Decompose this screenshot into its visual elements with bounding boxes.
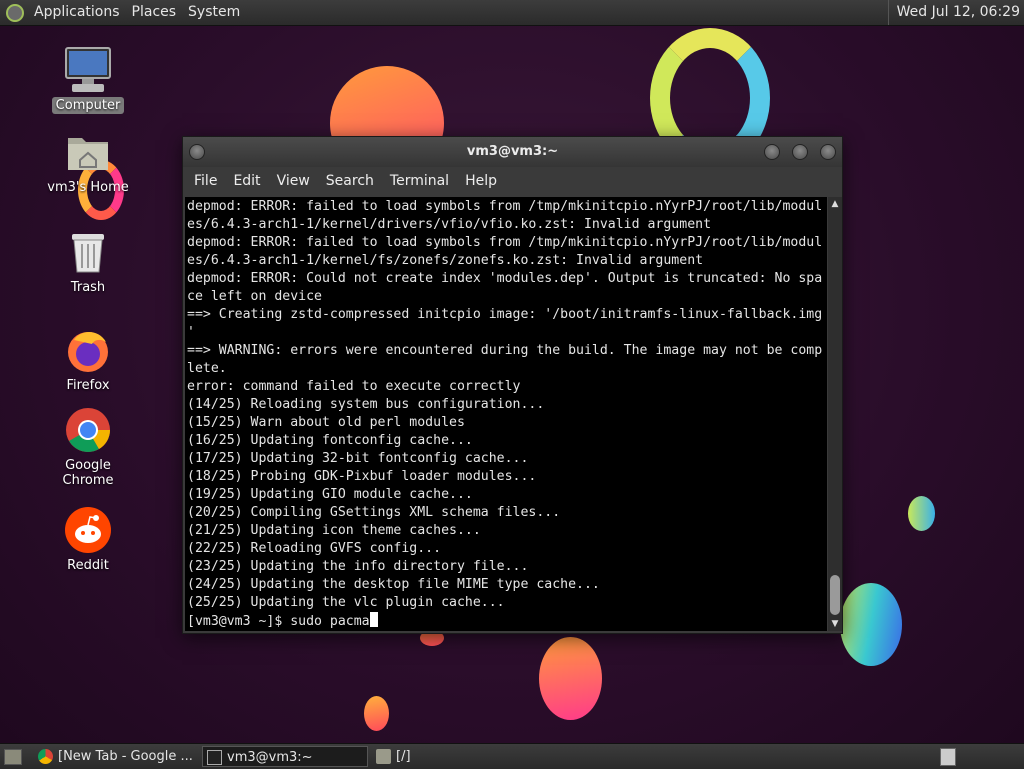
wallpaper-pink-ball [539, 637, 602, 720]
desktop-icon-home[interactable]: vm3's Home [38, 128, 138, 196]
wallpaper-small-ball [364, 696, 389, 731]
command-prompt: [vm3@vm3 ~]$ sudo pacma [187, 614, 370, 629]
bottom-panel: [New Tab - Google ... vm3@vm3:~ [/] [0, 743, 1024, 769]
desktop-icon-label: Trash [70, 280, 106, 295]
desktop-icon-firefox[interactable]: Firefox [38, 326, 138, 394]
scrollbar[interactable]: ▲ ▼ [828, 197, 842, 631]
title-bar[interactable]: vm3@vm3:~ [183, 137, 842, 167]
terminal-line: lete. [187, 361, 227, 376]
scroll-down-arrow-icon[interactable]: ▼ [828, 617, 842, 631]
terminal-line: depmod: ERROR: failed to load symbols fr… [187, 199, 823, 214]
terminal-line: error: command failed to execute correct… [187, 379, 521, 394]
terminal-line: (21/25) Updating icon theme caches... [187, 523, 481, 538]
menu-help[interactable]: Help [457, 167, 505, 196]
desktop-icon-label: Reddit [67, 558, 109, 573]
firefox-icon [64, 326, 112, 374]
terminal-line: (23/25) Updating the info directory file… [187, 559, 529, 574]
desktop-icon-reddit[interactable]: Reddit [38, 506, 138, 574]
chrome-icon [38, 749, 53, 764]
terminal-line: ==> WARNING: errors were encountered dur… [187, 343, 823, 358]
taskbar-item-label: vm3@vm3:~ [227, 750, 313, 765]
terminal-line: ce left on device [187, 289, 322, 304]
menu-terminal[interactable]: Terminal [382, 167, 457, 196]
menu-edit[interactable]: Edit [225, 167, 268, 196]
scroll-up-arrow-icon[interactable]: ▲ [828, 197, 842, 211]
top-panel: Applications Places System Wed Jul 12, 0… [0, 0, 1024, 26]
home-folder-icon [64, 128, 112, 176]
terminal-line: es/6.4.3-arch1-1/kernel/fs/zonefs/zonefs… [187, 253, 704, 268]
wallpaper-blue-ball [908, 496, 935, 531]
desktop-icon-label: Google Chrome [62, 458, 114, 488]
taskbar-item-terminal[interactable]: vm3@vm3:~ [202, 746, 368, 767]
terminal-line: depmod: ERROR: failed to load symbols fr… [187, 235, 823, 250]
terminal-icon [207, 750, 222, 765]
terminal-line: (16/25) Updating fontconfig cache... [187, 433, 473, 448]
chrome-icon [64, 406, 112, 454]
maximize-button[interactable] [792, 144, 808, 160]
terminal-line: (14/25) Reloading system bus configurati… [187, 397, 545, 412]
close-button[interactable] [820, 144, 836, 160]
menu-view[interactable]: View [269, 167, 318, 196]
computer-icon [64, 46, 112, 94]
terminal-window: vm3@vm3:~ File Edit View Search Terminal… [182, 136, 843, 634]
terminal-line: (15/25) Warn about old perl modules [187, 415, 465, 430]
workspace-switcher[interactable] [940, 748, 956, 766]
taskbar-item-label: [New Tab - Google ... [58, 749, 193, 764]
terminal-line: (19/25) Updating GIO module cache... [187, 487, 473, 502]
menu-system[interactable]: System [182, 0, 246, 25]
taskbar-item-folder[interactable]: [/] [372, 746, 532, 767]
folder-icon [376, 749, 391, 764]
trash-icon [64, 228, 112, 276]
terminal-line: (24/25) Updating the desktop file MIME t… [187, 577, 600, 592]
window-title: vm3@vm3:~ [466, 144, 559, 159]
terminal-text: depmod: ERROR: failed to load symbols fr… [185, 197, 827, 631]
taskbar-item-label: [/] [396, 749, 411, 764]
terminal-line: (17/25) Updating 32-bit fontconfig cache… [187, 451, 529, 466]
terminal-line: (20/25) Compiling GSettings XML schema f… [187, 505, 561, 520]
desktop-icon-label: Firefox [66, 378, 110, 393]
desktop-icon-chrome[interactable]: Google Chrome [38, 406, 138, 489]
desktop-icon-computer[interactable]: Computer [38, 46, 138, 114]
terminal-line: (18/25) Probing GDK-Pixbuf loader module… [187, 469, 537, 484]
minimize-button[interactable] [764, 144, 780, 160]
menu-places[interactable]: Places [126, 0, 183, 25]
menu-applications[interactable]: Applications [28, 0, 126, 25]
menu-bar: File Edit View Search Terminal Help [183, 167, 842, 196]
desktop-icon-trash[interactable]: Trash [38, 228, 138, 296]
menu-file[interactable]: File [186, 167, 225, 196]
text-cursor [369, 612, 378, 627]
reddit-icon [64, 506, 112, 554]
menu-search[interactable]: Search [318, 167, 382, 196]
clock[interactable]: Wed Jul 12, 06:29 [887, 0, 1020, 25]
desktop-icon-label: Computer [51, 97, 125, 114]
taskbar-item-chrome[interactable]: [New Tab - Google ... [34, 746, 198, 767]
terminal-line: depmod: ERROR: Could not create index 'm… [187, 271, 823, 286]
scrollbar-thumb[interactable] [830, 575, 840, 615]
terminal-line: ' [187, 325, 195, 340]
terminal-line: ==> Creating zstd-compressed initcpio im… [187, 307, 823, 322]
show-desktop-icon[interactable] [4, 749, 22, 765]
terminal-output[interactable]: depmod: ERROR: failed to load symbols fr… [185, 197, 827, 631]
wallpaper-green-ball [840, 583, 902, 666]
terminal-line: (22/25) Reloading GVFS config... [187, 541, 442, 556]
terminal-line: (25/25) Updating the vlc plugin cache... [187, 595, 505, 610]
desktop-icon-label: vm3's Home [47, 180, 129, 195]
terminal-line: es/6.4.3-arch1-1/kernel/drivers/vfio/vfi… [187, 217, 712, 232]
distro-logo-icon[interactable] [6, 3, 24, 22]
